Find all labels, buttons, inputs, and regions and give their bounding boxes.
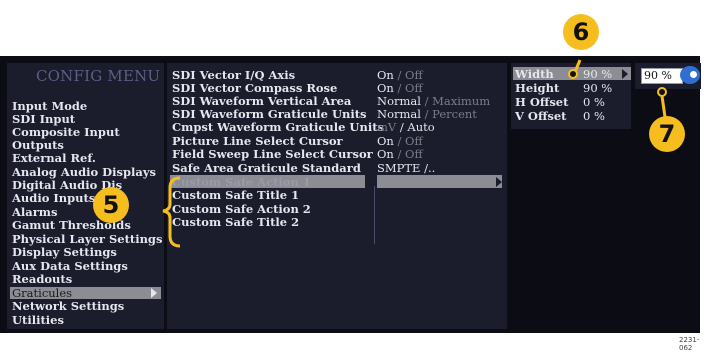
- figure-id: 2231-062: [679, 336, 700, 352]
- callout-7-dot: [657, 87, 667, 97]
- callout-5-bracket: [162, 176, 181, 248]
- callout-6-dot: [568, 69, 578, 79]
- callout-7: 7: [649, 116, 685, 152]
- callout-leaders: [162, 59, 668, 248]
- callout-6: 6: [563, 14, 599, 50]
- callout-5: 5: [93, 187, 129, 223]
